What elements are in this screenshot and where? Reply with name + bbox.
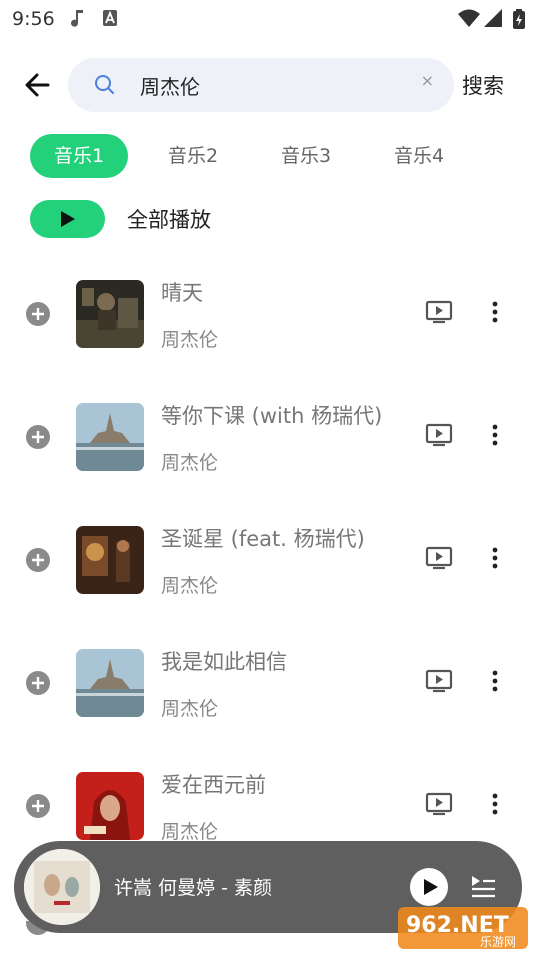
keyboard-a-icon — [102, 9, 118, 31]
now-playing-text: 许嵩 何曼婷 - 素颜 — [114, 877, 272, 899]
more-options-icon[interactable] — [492, 424, 498, 450]
song-item[interactable]: 等你下课 (with 杨瑞代) 周杰伦 — [0, 373, 536, 496]
search-icon — [94, 74, 116, 100]
song-artist: 周杰伦 — [161, 329, 219, 351]
category-tabs: 音乐1 音乐2 音乐3 音乐4 — [0, 134, 536, 178]
battery-charging-icon — [513, 9, 525, 33]
album-cover — [76, 772, 144, 840]
status-bar: 9:56 — [0, 0, 536, 36]
back-button[interactable] — [20, 68, 56, 102]
album-cover — [76, 649, 144, 717]
play-all-button[interactable] — [30, 200, 105, 238]
status-time: 9:56 — [12, 8, 55, 30]
add-to-playlist-icon[interactable] — [26, 302, 50, 326]
mv-play-icon[interactable] — [425, 423, 453, 451]
album-cover — [76, 526, 144, 594]
tab-music-1[interactable]: 音乐1 — [30, 134, 128, 178]
song-artist: 周杰伦 — [161, 575, 219, 597]
mv-play-icon[interactable] — [425, 546, 453, 574]
add-to-playlist-icon[interactable] — [26, 794, 50, 818]
add-to-playlist-icon[interactable] — [26, 671, 50, 695]
search-box[interactable]: × — [68, 58, 454, 112]
tab-music-4[interactable]: 音乐4 — [374, 134, 464, 178]
song-artist: 周杰伦 — [161, 452, 219, 474]
mv-play-icon[interactable] — [425, 669, 453, 697]
song-artist: 周杰伦 — [161, 821, 219, 843]
mv-play-icon[interactable] — [425, 792, 453, 820]
more-options-icon[interactable] — [492, 301, 498, 327]
player-play-button[interactable] — [410, 868, 448, 906]
play-icon — [424, 879, 438, 895]
add-to-playlist-icon[interactable] — [26, 425, 50, 449]
wifi-icon — [458, 9, 480, 31]
song-title: 晴天 — [161, 281, 203, 305]
svg-text:乐游网: 乐游网 — [480, 935, 516, 949]
arrow-left-icon — [25, 73, 50, 97]
tab-music-3[interactable]: 音乐3 — [261, 134, 351, 178]
watermark-logo: 962.NET 乐游网 — [396, 905, 530, 951]
album-cover — [76, 280, 144, 348]
song-title: 爱在西元前 — [161, 773, 266, 797]
more-options-icon[interactable] — [492, 670, 498, 696]
now-playing-cover — [24, 849, 100, 925]
song-item[interactable]: 晴天 周杰伦 — [0, 250, 536, 373]
song-item[interactable]: 圣诞星 (feat. 杨瑞代) 周杰伦 — [0, 496, 536, 619]
add-to-playlist-icon[interactable] — [26, 548, 50, 572]
clear-search-button[interactable]: × — [421, 71, 434, 90]
song-artist: 周杰伦 — [161, 698, 219, 720]
signal-icon — [484, 9, 502, 31]
song-title: 我是如此相信 — [161, 650, 287, 674]
search-submit-button[interactable]: 搜索 — [462, 70, 504, 100]
more-options-icon[interactable] — [492, 547, 498, 573]
more-options-icon[interactable] — [492, 793, 498, 819]
play-all-label: 全部播放 — [127, 208, 211, 232]
album-cover — [76, 403, 144, 471]
search-input[interactable] — [140, 68, 400, 102]
music-note-icon — [70, 9, 84, 31]
mv-play-icon[interactable] — [425, 300, 453, 328]
playlist-queue-icon[interactable] — [470, 873, 496, 903]
tab-music-2[interactable]: 音乐2 — [148, 134, 238, 178]
song-title: 圣诞星 (feat. 杨瑞代) — [161, 527, 365, 551]
song-title: 等你下课 (with 杨瑞代) — [161, 404, 383, 428]
search-bar: × 搜索 — [0, 58, 536, 112]
song-item[interactable]: 我是如此相信 周杰伦 — [0, 619, 536, 742]
play-icon — [61, 211, 75, 227]
